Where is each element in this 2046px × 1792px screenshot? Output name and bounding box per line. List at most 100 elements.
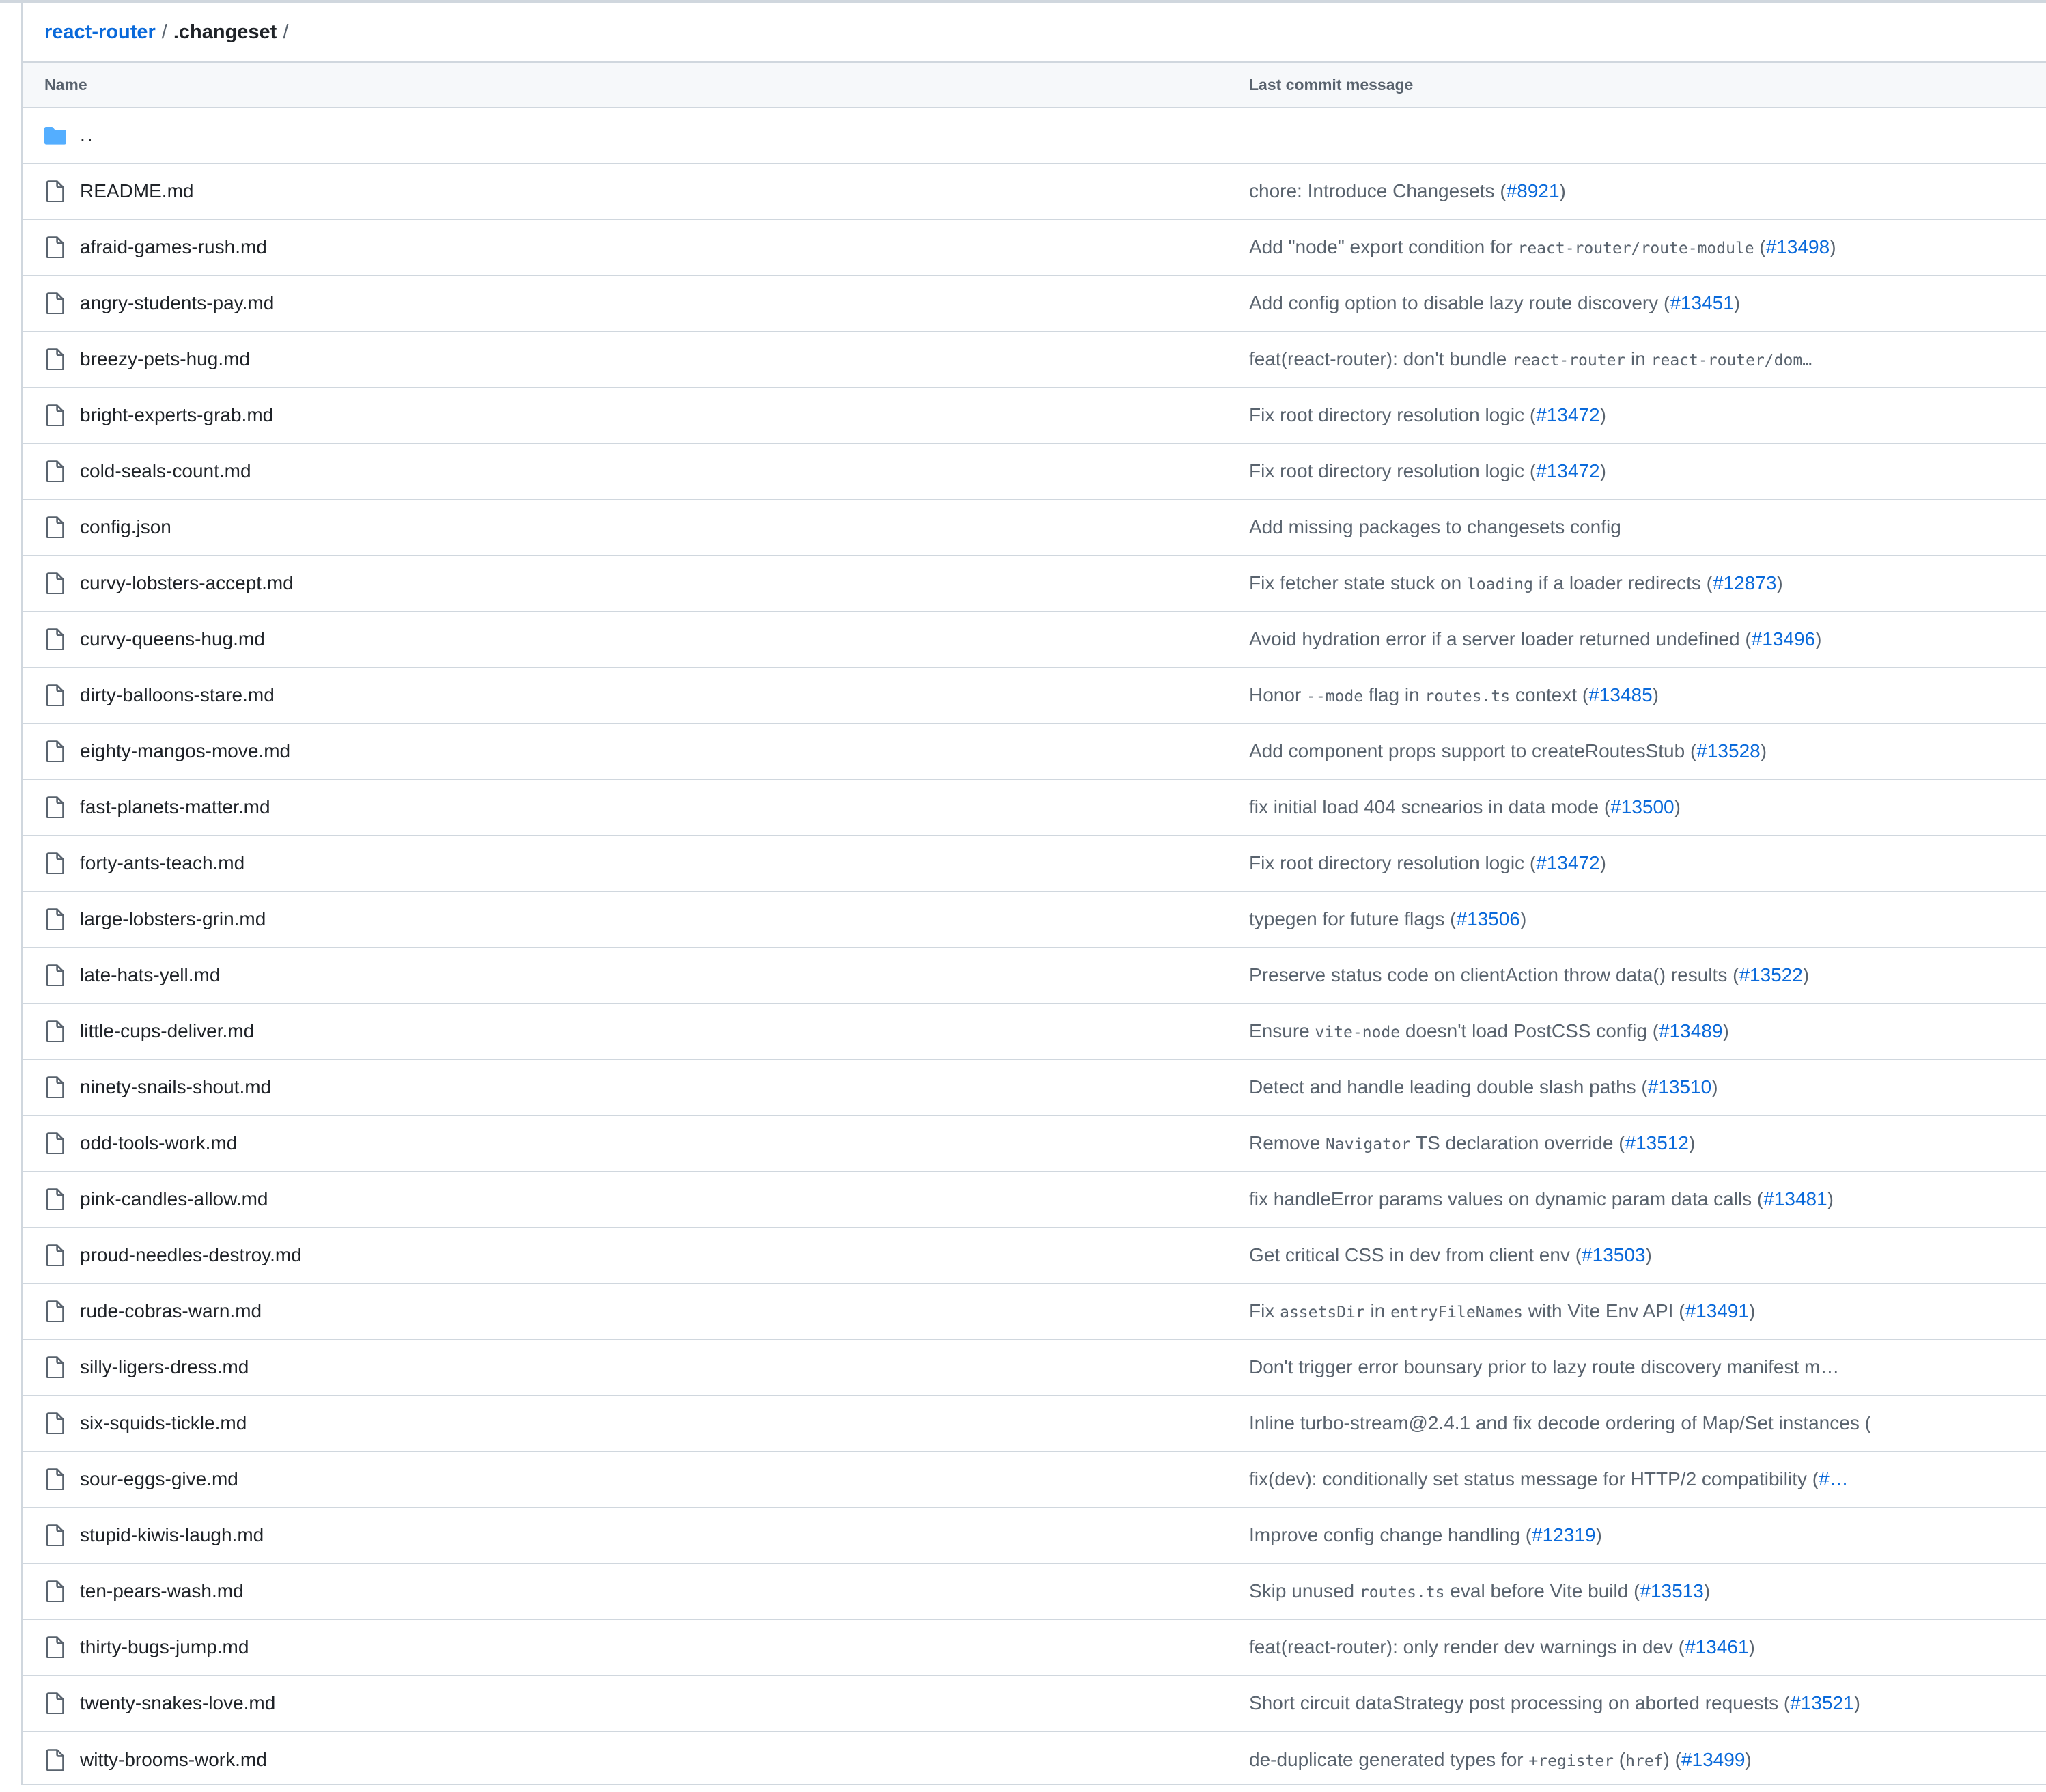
- file-name-link[interactable]: fast-planets-matter.md: [80, 796, 270, 818]
- inline-code: routes.ts: [1425, 688, 1511, 705]
- commit-message[interactable]: Preserve status code on clientAction thr…: [1249, 964, 1809, 986]
- commit-message[interactable]: Don't trigger error bounsary prior to la…: [1249, 1356, 1839, 1378]
- pull-request-link[interactable]: #13485: [1588, 684, 1652, 705]
- commit-message[interactable]: Add missing packages to changesets confi…: [1249, 516, 1621, 538]
- pull-request-link[interactable]: #13512: [1625, 1132, 1689, 1153]
- file-name-link[interactable]: bright-experts-grab.md: [80, 404, 273, 426]
- commit-message-text: ): [1760, 740, 1767, 761]
- file-name-link[interactable]: rude-cobras-warn.md: [80, 1300, 262, 1322]
- pull-request-link[interactable]: #13506: [1457, 908, 1520, 929]
- file-name-link[interactable]: ten-pears-wash.md: [80, 1580, 244, 1602]
- pull-request-link[interactable]: #13498: [1766, 236, 1830, 257]
- file-name-link[interactable]: eighty-mangos-move.md: [80, 740, 290, 762]
- pull-request-link[interactable]: #13481: [1763, 1188, 1827, 1209]
- pull-request-link[interactable]: #13461: [1685, 1636, 1748, 1657]
- commit-message[interactable]: fix(dev): conditionally set status messa…: [1249, 1468, 1849, 1490]
- file-name-link[interactable]: thirty-bugs-jump.md: [80, 1636, 249, 1658]
- table-row: afraid-games-rush.md Add "node" export co…: [23, 220, 2046, 276]
- file-name-link[interactable]: cold-seals-count.md: [80, 460, 251, 482]
- commit-message[interactable]: feat(react-router): don't bundle react-r…: [1249, 348, 1812, 370]
- commit-message-text: de-duplicate generated types for: [1249, 1749, 1529, 1770]
- file-name-link[interactable]: late-hats-yell.md: [80, 964, 220, 986]
- table-row: forty-ants-teach.md Fix root directory re…: [23, 836, 2046, 892]
- table-row: late-hats-yell.md Preserve status code on…: [23, 948, 2046, 1004]
- file-name-link[interactable]: ninety-snails-shout.md: [80, 1076, 271, 1098]
- file-name-link[interactable]: proud-needles-destroy.md: [80, 1244, 302, 1266]
- pull-request-link[interactable]: #8921: [1507, 180, 1560, 201]
- pull-request-link[interactable]: #13503: [1582, 1244, 1645, 1265]
- commit-message-text: Inline turbo-stream@2.4.1 and fix decode…: [1249, 1412, 1871, 1433]
- file-name-link[interactable]: curvy-lobsters-accept.md: [80, 572, 294, 594]
- commit-message[interactable]: Add "node" export condition for react-ro…: [1249, 236, 1836, 258]
- file-name-link[interactable]: curvy-queens-hug.md: [80, 628, 265, 650]
- parent-directory-row[interactable]: ..: [23, 108, 2046, 164]
- file-name-link[interactable]: dirty-balloons-stare.md: [80, 684, 275, 706]
- pull-request-link[interactable]: #12873: [1713, 572, 1776, 593]
- commit-message[interactable]: Remove Navigator TS declaration override…: [1249, 1132, 1695, 1154]
- file-name-link[interactable]: breezy-pets-hug.md: [80, 348, 250, 370]
- commit-message[interactable]: feat(react-router): only render dev warn…: [1249, 1636, 1755, 1658]
- pull-request-link[interactable]: #13528: [1696, 740, 1760, 761]
- commit-message[interactable]: Fix root directory resolution logic (#13…: [1249, 404, 1606, 426]
- commit-message[interactable]: Add component props support to createRou…: [1249, 740, 1767, 762]
- pull-request-link[interactable]: #13500: [1610, 796, 1674, 817]
- commit-message[interactable]: Detect and handle leading double slash p…: [1249, 1076, 1718, 1098]
- file-name-link[interactable]: stupid-kiwis-laugh.md: [80, 1524, 264, 1546]
- file-name-link[interactable]: silly-ligers-dress.md: [80, 1356, 249, 1378]
- commit-message[interactable]: Fix fetcher state stuck on loading if a …: [1249, 572, 1783, 594]
- pull-request-link[interactable]: #13451: [1670, 292, 1733, 313]
- pull-request-link[interactable]: #13491: [1685, 1300, 1749, 1321]
- commit-message-text: Get critical CSS in dev from client env …: [1249, 1244, 1582, 1265]
- table-row: curvy-queens-hug.md Avoid hydration error…: [23, 612, 2046, 668]
- pull-request-link[interactable]: #13472: [1536, 460, 1599, 481]
- commit-message[interactable]: Inline turbo-stream@2.4.1 and fix decode…: [1249, 1412, 1871, 1434]
- pull-request-link[interactable]: #13496: [1752, 628, 1815, 649]
- pull-request-link[interactable]: #13510: [1648, 1076, 1711, 1097]
- pull-request-link[interactable]: #13489: [1659, 1020, 1722, 1041]
- commit-message[interactable]: Get critical CSS in dev from client env …: [1249, 1244, 1652, 1266]
- commit-message[interactable]: chore: Introduce Changesets (#8921): [1249, 180, 1566, 202]
- file-name-link[interactable]: forty-ants-teach.md: [80, 852, 244, 874]
- commit-message[interactable]: Fix root directory resolution logic (#13…: [1249, 852, 1606, 874]
- inline-code: --mode: [1306, 688, 1364, 705]
- file-name-link[interactable]: little-cups-deliver.md: [80, 1020, 254, 1042]
- commit-message[interactable]: typegen for future flags (#13506): [1249, 908, 1526, 930]
- file-name-link[interactable]: twenty-snakes-love.md: [80, 1692, 275, 1714]
- file-name-link[interactable]: witty-brooms-work.md: [80, 1749, 267, 1771]
- pull-request-link[interactable]: #13521: [1790, 1692, 1853, 1713]
- commit-message[interactable]: fix initial load 404 scnearios in data m…: [1249, 796, 1681, 818]
- commit-message[interactable]: Avoid hydration error if a server loader…: [1249, 628, 1821, 650]
- pull-request-link[interactable]: #…: [1819, 1468, 1849, 1489]
- pull-request-link[interactable]: #13499: [1681, 1749, 1745, 1770]
- parent-directory-link[interactable]: ..: [80, 124, 95, 146]
- commit-message[interactable]: Fix root directory resolution logic (#13…: [1249, 460, 1606, 482]
- commit-message-text: ): [1802, 964, 1810, 985]
- file-name-link[interactable]: six-squids-tickle.md: [80, 1412, 247, 1434]
- pull-request-link[interactable]: #12319: [1532, 1524, 1595, 1545]
- commit-message[interactable]: Honor --mode flag in routes.ts context (…: [1249, 684, 1659, 706]
- commit-message[interactable]: Skip unused routes.ts eval before Vite b…: [1249, 1580, 1710, 1602]
- commit-message-text: ): [1652, 684, 1659, 705]
- inline-code: react-router/dom…: [1651, 352, 1812, 369]
- pull-request-link[interactable]: #13522: [1739, 964, 1802, 985]
- breadcrumb-repo-link[interactable]: react-router: [44, 21, 156, 44]
- file-name-link[interactable]: sour-eggs-give.md: [80, 1468, 238, 1490]
- commit-message[interactable]: fix handleError params values on dynamic…: [1249, 1188, 1834, 1210]
- file-name-link[interactable]: config.json: [80, 516, 171, 538]
- file-name-link[interactable]: angry-students-pay.md: [80, 292, 274, 314]
- commit-message[interactable]: Short circuit dataStrategy post processi…: [1249, 1692, 1860, 1714]
- pull-request-link[interactable]: #13472: [1536, 852, 1599, 873]
- commit-message[interactable]: Ensure vite-node doesn't load PostCSS co…: [1249, 1020, 1729, 1042]
- file-name-link[interactable]: README.md: [80, 180, 193, 202]
- pull-request-link[interactable]: #13513: [1640, 1580, 1703, 1601]
- commit-message[interactable]: Improve config change handling (#12319): [1249, 1524, 1602, 1546]
- file-name-link[interactable]: large-lobsters-grin.md: [80, 908, 266, 930]
- commit-message[interactable]: Fix assetsDir in entryFileNames with Vit…: [1249, 1300, 1755, 1322]
- file-name-link[interactable]: odd-tools-work.md: [80, 1132, 237, 1154]
- commit-message[interactable]: Add config option to disable lazy route …: [1249, 292, 1740, 314]
- commit-message[interactable]: de-duplicate generated types for +regist…: [1249, 1749, 1752, 1771]
- pull-request-link[interactable]: #13472: [1536, 404, 1599, 425]
- file-name-link[interactable]: afraid-games-rush.md: [80, 236, 267, 258]
- file-name-link[interactable]: pink-candles-allow.md: [80, 1188, 268, 1210]
- commit-message-text: ): [1703, 1580, 1711, 1601]
